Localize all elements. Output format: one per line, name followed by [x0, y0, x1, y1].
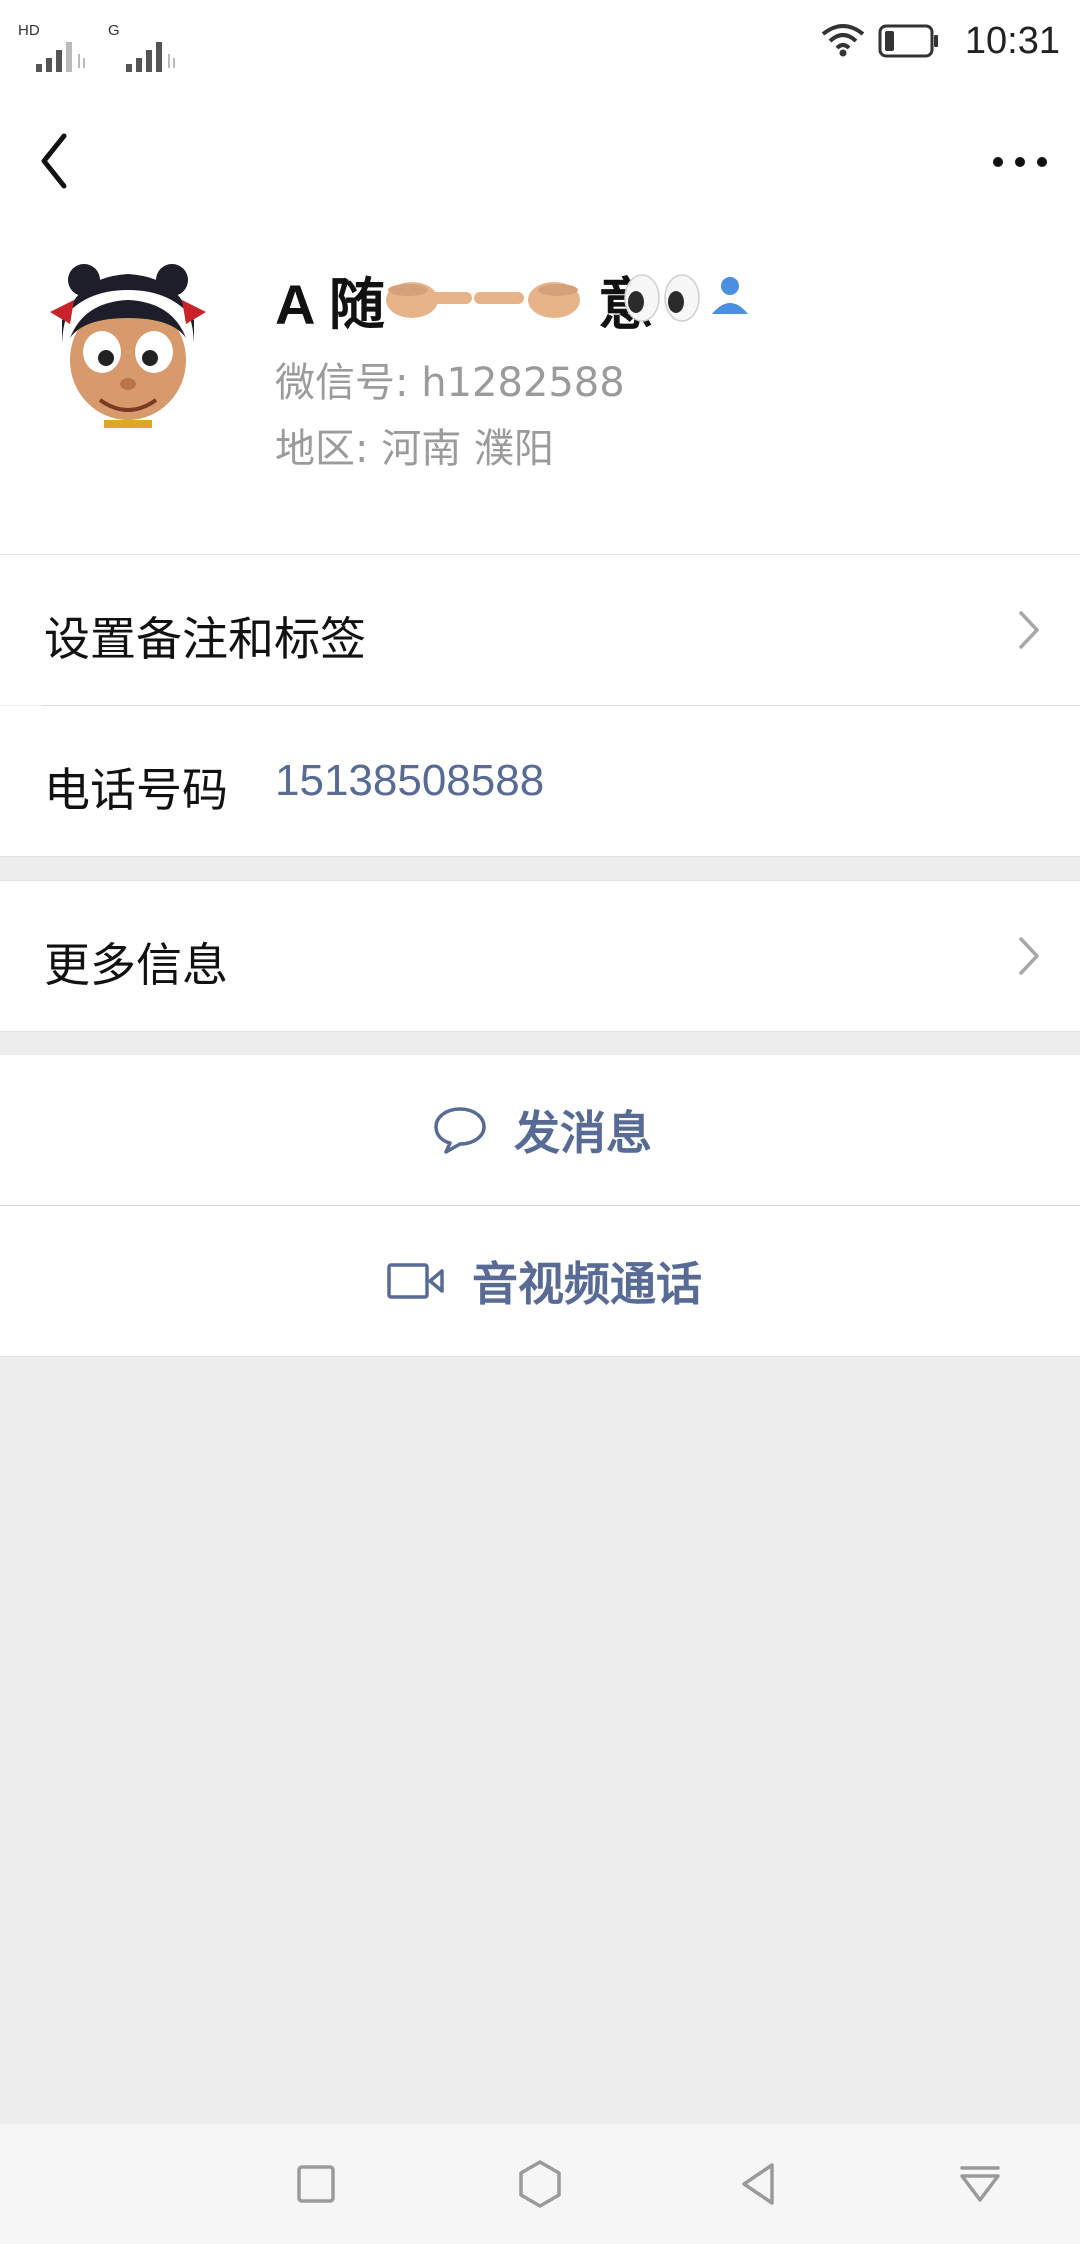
chevron-right-icon	[1019, 937, 1039, 975]
back-arrow-icon[interactable]	[30, 116, 90, 206]
send-message-button[interactable]: 发消息	[0, 1055, 1080, 1205]
more-info-row[interactable]: 更多信息	[0, 880, 1080, 1032]
phone-label: 电话号码	[44, 763, 228, 817]
phone-row: 电话号码 15138508588	[0, 706, 1080, 857]
send-message-content: 发消息	[432, 1097, 652, 1163]
avatar[interactable]	[44, 260, 212, 428]
finger-pointing-left-icon	[474, 282, 580, 318]
status-bar: HD G 10:31	[0, 0, 1080, 86]
more-icon[interactable]	[980, 134, 1060, 190]
wifi-icon	[821, 24, 865, 57]
contact-person-icon	[712, 277, 748, 314]
send-message-label: 发消息	[514, 1106, 652, 1160]
signal-icon	[36, 42, 85, 72]
system-nav-bar	[0, 2124, 1080, 2244]
avatar-image	[44, 260, 212, 428]
video-call-button[interactable]: 音视频通话	[0, 1206, 1080, 1357]
more-info-label: 更多信息	[44, 938, 228, 992]
phone-number-link[interactable]: 15138508588	[275, 756, 544, 806]
name-emoji-group	[386, 274, 748, 322]
chevron-right-icon	[1019, 611, 1039, 649]
notification-shade-icon[interactable]	[952, 2156, 1008, 2212]
battery-icon	[878, 24, 938, 58]
remark-tags-label: 设置备注和标签	[44, 612, 366, 666]
profile-header: A 随 意 微信号: h1282588 地区: 河南 濮阳	[0, 86, 1080, 555]
signal-icon	[126, 42, 175, 72]
status-right: 10:31	[820, 18, 1060, 68]
profile-name-text: A 随	[275, 273, 385, 336]
sim2-network-label: G	[108, 22, 120, 39]
video-call-content: 音视频通话	[386, 1248, 702, 1314]
recents-square-icon[interactable]	[288, 2156, 344, 2212]
video-call-label: 音视频通话	[472, 1257, 702, 1311]
eyes-icon	[624, 274, 700, 322]
back-triangle-icon[interactable]	[730, 2156, 786, 2212]
region: 地区: 河南 濮阳	[275, 426, 554, 472]
video-camera-icon	[387, 1263, 444, 1299]
home-hexagon-icon[interactable]	[512, 2156, 568, 2212]
finger-pointing-right-icon	[386, 282, 472, 318]
chat-bubble-icon	[434, 1107, 486, 1154]
remark-tags-row[interactable]: 设置备注和标签	[0, 555, 1080, 705]
status-time: 10:31	[964, 20, 1060, 62]
wechat-id: 微信号: h1282588	[275, 360, 625, 406]
